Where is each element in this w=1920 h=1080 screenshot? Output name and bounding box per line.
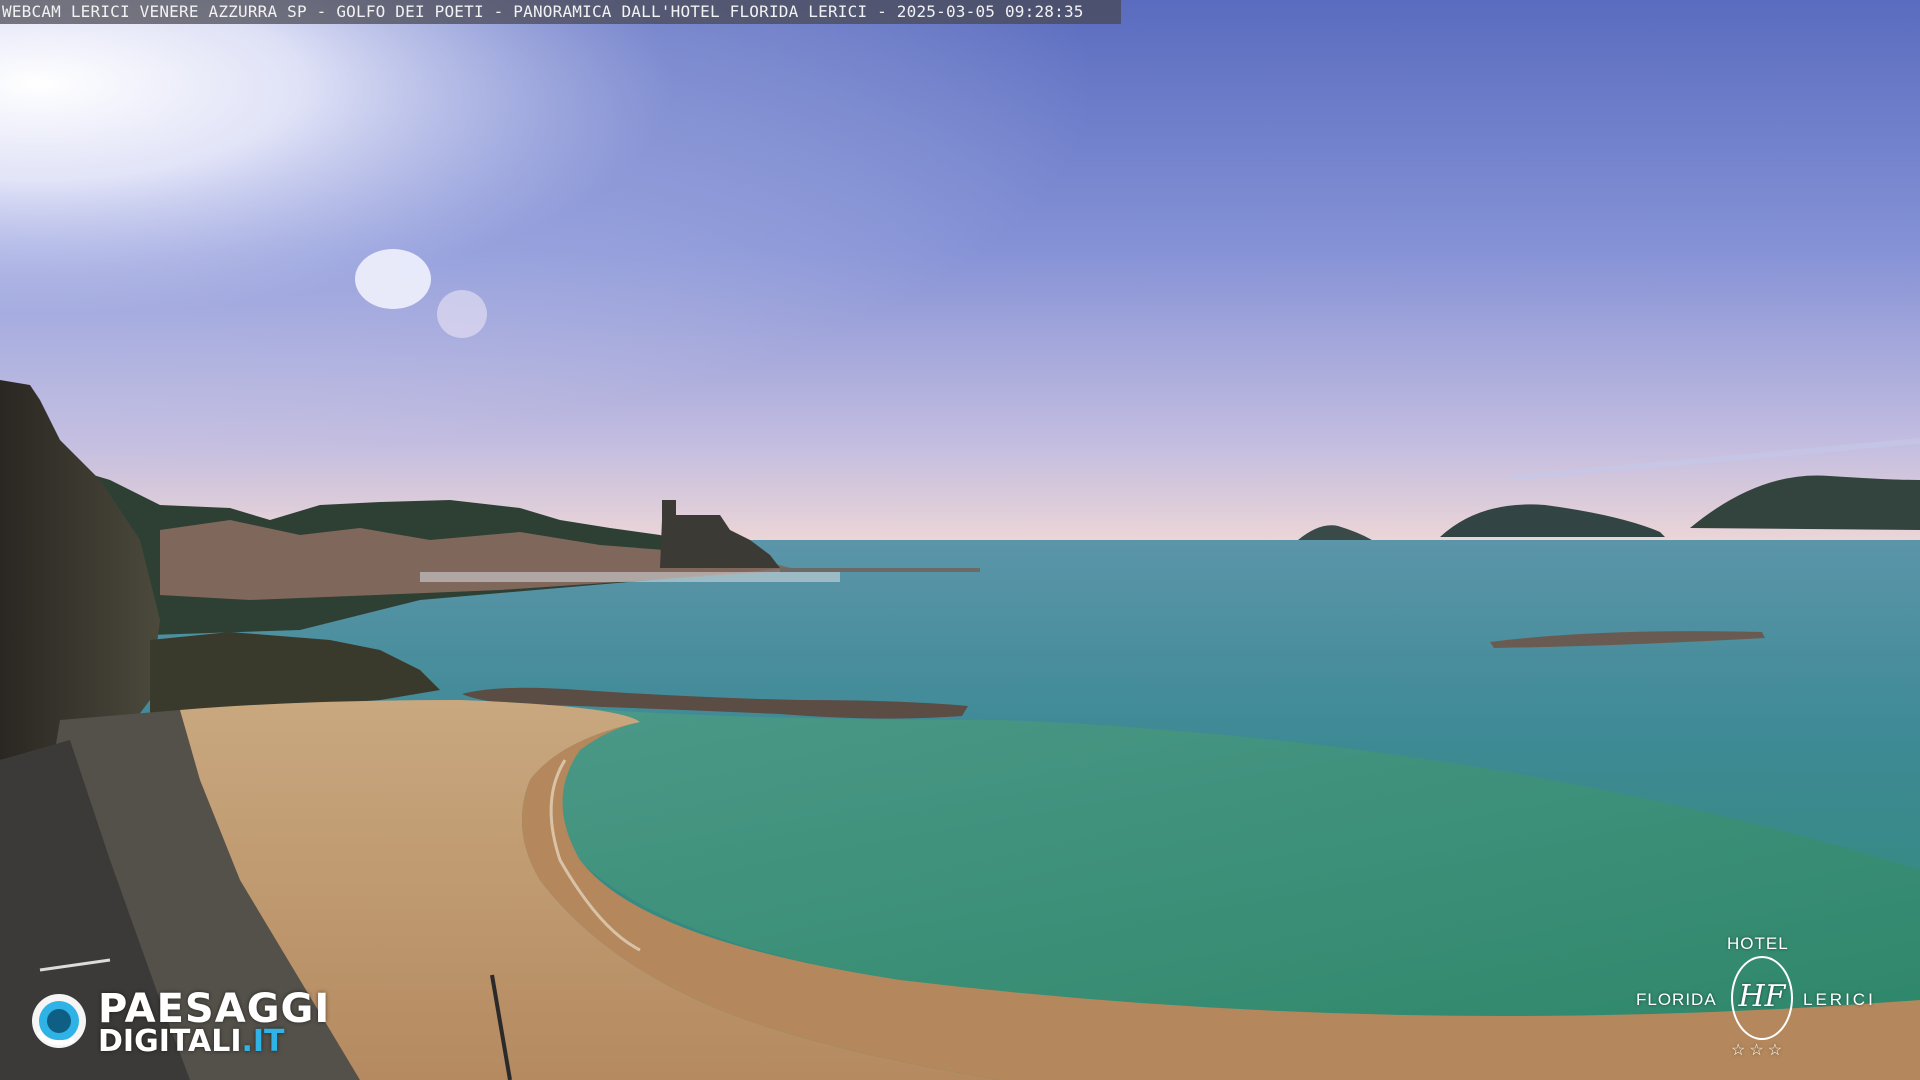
logo-text-lerici: LERICI	[1803, 990, 1876, 1009]
logo-text-domain: .IT	[241, 1024, 285, 1059]
lens-flare-small	[437, 290, 487, 338]
logo-text-digitali: DIGITALI.IT	[98, 1024, 285, 1059]
webcam-caption: WEBCAM LERICI VENERE AZZURRA SP - GOLFO …	[0, 0, 1121, 24]
harbor-boats	[420, 572, 840, 582]
lens-flare	[355, 249, 431, 309]
webcam-scene	[0, 0, 1920, 1080]
paesaggi-digitali-logo: PAESAGGI DIGITALI.IT	[30, 986, 350, 1059]
hotel-florida-logo: HOTEL FLORIDA HF LERICI ☆☆☆	[1630, 934, 1892, 1064]
logo-text-digitali-main: DIGITALI	[98, 1024, 242, 1059]
hotel-monogram: HF	[1731, 956, 1793, 1040]
star-rating-icon: ☆☆☆	[1731, 1042, 1787, 1059]
camera-lens-icon	[32, 994, 86, 1048]
harbor-pier	[780, 568, 980, 572]
logo-text-florida: FLORIDA	[1636, 990, 1717, 1009]
logo-text-hotel: HOTEL	[1727, 934, 1789, 953]
